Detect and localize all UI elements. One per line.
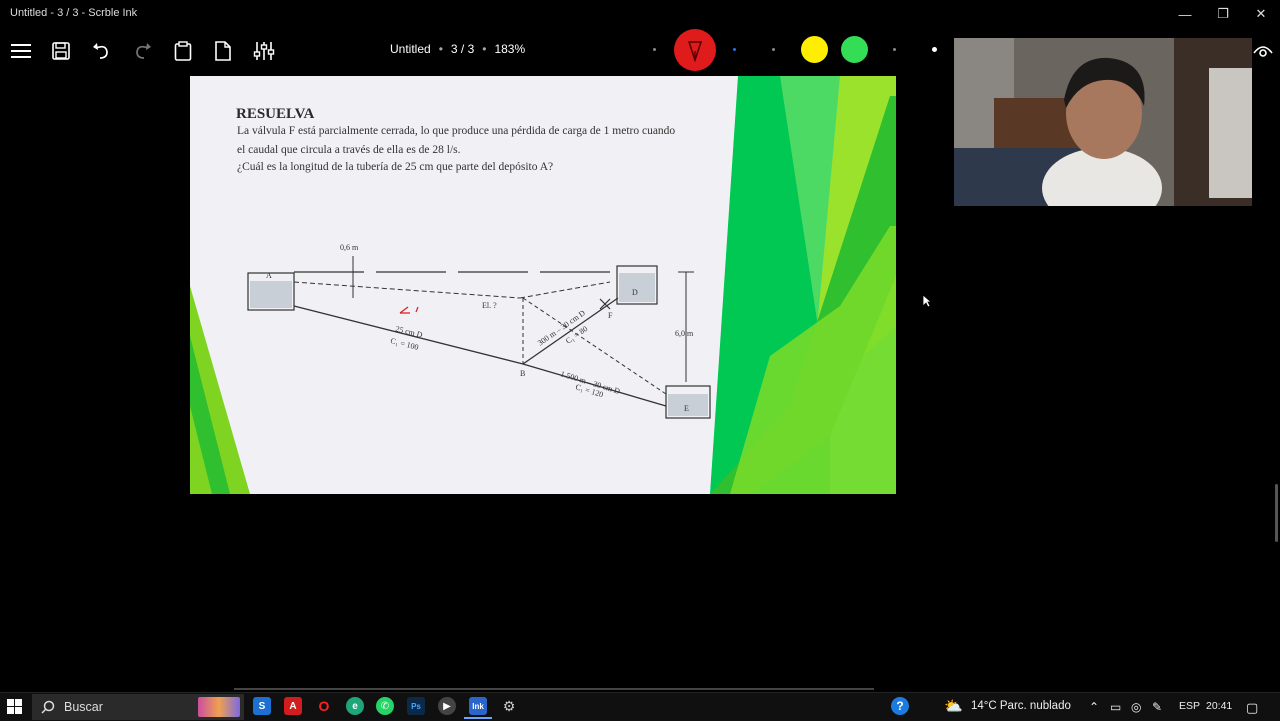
pen-green-button[interactable]	[841, 36, 868, 63]
taskbar-app-photoshop[interactable]: Ps	[407, 697, 425, 715]
label-pipe1-b: C₁ = 100	[390, 336, 420, 352]
taskbar-app-opera[interactable]: O	[315, 697, 333, 715]
search-placeholder: Buscar	[64, 700, 103, 714]
mouse-cursor-icon	[922, 294, 932, 308]
scrble-ink-icon: Ink	[472, 701, 484, 711]
webcam-overlay[interactable]	[954, 38, 1252, 206]
help-button[interactable]: ?	[891, 697, 909, 715]
menu-button[interactable]	[8, 38, 34, 64]
search-icon	[41, 700, 55, 714]
label-f: F	[608, 311, 613, 320]
label-d: D	[632, 288, 638, 297]
redo-icon	[136, 43, 151, 59]
windows-logo-icon	[7, 699, 22, 714]
pen-white-small-dot[interactable]	[893, 48, 896, 51]
save-icon	[52, 42, 70, 60]
media-player-icon: ▶	[443, 700, 451, 712]
redo-button[interactable]	[130, 38, 156, 64]
pen-red-button[interactable]	[674, 29, 716, 71]
document-info: Untitled • 3 / 3 • 183%	[390, 42, 526, 56]
pipe-network-diagram: A D E 0,6 m 6,0 m F B El. ? 25 cm D C₁ =…	[247, 243, 711, 419]
page-icon	[215, 41, 231, 61]
volume-icon[interactable]: ◎	[1131, 700, 1141, 714]
label-e: E	[684, 404, 689, 413]
start-button[interactable]	[7, 699, 22, 719]
settings-sliders-icon	[253, 42, 275, 60]
clock[interactable]: 20:41	[1206, 700, 1232, 712]
store-icon: S	[258, 700, 266, 712]
maximize-button[interactable]: ❐	[1208, 4, 1238, 24]
gear-icon: ⚙	[502, 697, 516, 714]
taskbar-app-store[interactable]: S	[253, 697, 271, 715]
close-icon: ✕	[1255, 6, 1267, 21]
settings-button[interactable]	[251, 38, 277, 64]
vertical-scrollbar[interactable]	[1275, 484, 1278, 542]
taskbar-app-acrobat[interactable]: A	[284, 697, 302, 715]
webcam-video	[954, 38, 1252, 206]
pen-tray-icon[interactable]: ✎	[1152, 700, 1162, 714]
label-0-6m: 0,6 m	[340, 243, 359, 252]
label-a: A	[266, 271, 272, 280]
pen-gray-dot[interactable]	[772, 48, 775, 51]
zoom-level: 183%	[494, 42, 526, 56]
label-b: B	[520, 369, 525, 378]
pen-yellow-button[interactable]	[801, 36, 828, 63]
red-ink-stroke	[399, 306, 419, 314]
document-name: Untitled	[390, 42, 431, 56]
label-elevation: El. ?	[482, 301, 497, 310]
active-app-indicator	[464, 717, 492, 719]
weather-text[interactable]: 14°C Parc. nublado	[971, 700, 1071, 712]
pen-blue-dot[interactable]	[733, 48, 736, 51]
pen-size-dot[interactable]	[653, 48, 656, 51]
taskbar-search-box[interactable]: Buscar	[32, 694, 244, 720]
photoshop-icon: Ps	[411, 701, 421, 711]
new-page-button[interactable]	[210, 38, 236, 64]
acrobat-icon: A	[289, 700, 297, 712]
weather-icon: ⛅	[944, 698, 963, 715]
minimize-button[interactable]: —	[1170, 4, 1200, 24]
view-button[interactable]	[1250, 38, 1276, 64]
pen-tip-icon	[687, 41, 703, 63]
opera-icon: O	[318, 698, 330, 714]
undo-icon	[93, 43, 108, 59]
eye-icon	[1253, 46, 1273, 57]
taskbar-app-media[interactable]: ▶	[438, 697, 456, 715]
slide-canvas[interactable]: RESUELVA La válvula F está parcialmente …	[190, 76, 896, 494]
edge-icon: e	[352, 700, 358, 712]
undo-button[interactable]	[88, 38, 114, 64]
menu-icon	[11, 44, 31, 58]
whatsapp-icon: ✆	[380, 700, 390, 712]
taskbar-app-scrble-ink[interactable]: Ink	[469, 697, 487, 715]
taskbar-app-edge[interactable]: e	[346, 697, 364, 715]
label-6m: 6,0 m	[675, 329, 694, 338]
pen-white-dot[interactable]	[932, 47, 937, 52]
horizontal-scrollbar[interactable]	[234, 688, 874, 690]
window-title: Untitled - 3 / 3 - Scrble Ink	[10, 7, 138, 19]
language-indicator[interactable]: ESP	[1179, 700, 1200, 712]
help-icon: ?	[896, 699, 904, 713]
paste-button[interactable]	[170, 38, 196, 64]
minimize-icon: —	[1178, 6, 1192, 22]
taskbar-app-whatsapp[interactable]: ✆	[376, 697, 394, 715]
close-button[interactable]: ✕	[1246, 4, 1276, 24]
tray-expand-icon[interactable]: ⌃	[1089, 700, 1099, 714]
save-button[interactable]	[48, 38, 74, 64]
maximize-icon: ❐	[1217, 6, 1229, 21]
notifications-icon[interactable]: ▢	[1246, 700, 1258, 716]
network-icon[interactable]: ▭	[1110, 700, 1121, 714]
title-bar: Untitled - 3 / 3 - Scrble Ink — ❐ ✕	[0, 0, 1280, 28]
page-counter: 3 / 3	[450, 42, 475, 56]
taskbar-app-settings[interactable]: ⚙	[500, 697, 518, 715]
search-highlight-image	[198, 697, 240, 717]
paste-icon	[174, 41, 192, 61]
